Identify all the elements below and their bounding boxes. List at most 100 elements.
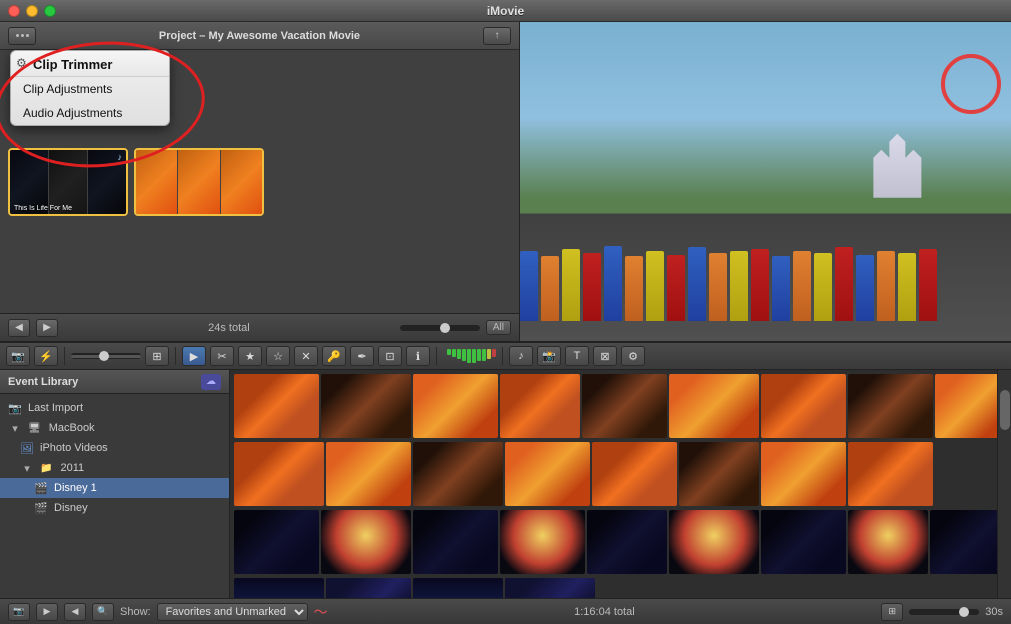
status-play-button[interactable]: ▶ — [36, 603, 58, 621]
timeline-clip-2[interactable] — [134, 148, 264, 216]
info-tool-button[interactable]: ℹ — [406, 346, 430, 366]
transition-tool-button[interactable]: ⊠ — [593, 346, 617, 366]
status-export-button[interactable]: ⊞ — [881, 603, 903, 621]
keyword-tool-button[interactable]: 🔑 — [322, 346, 346, 366]
right-scrollbar[interactable] — [997, 370, 1011, 598]
icloud-button[interactable]: ☁ — [201, 374, 221, 390]
zoom-slider[interactable] — [909, 609, 979, 615]
music-icon: ♪ — [118, 152, 123, 162]
status-rewind-button[interactable]: ◀ — [64, 603, 86, 621]
event-clip[interactable] — [848, 510, 928, 574]
maximize-button[interactable] — [44, 5, 56, 17]
lib-item-icon-2: 🖥 — [28, 423, 41, 434]
total-duration: 1:16:04 total — [334, 606, 876, 618]
play-button[interactable]: ▶ — [36, 319, 58, 337]
show-select[interactable]: Favorites and Unmarked — [157, 603, 308, 621]
event-clip[interactable] — [935, 374, 997, 438]
event-clip[interactable] — [326, 442, 411, 506]
event-clip[interactable] — [321, 374, 411, 438]
crop-tool-button[interactable]: ⊡ — [378, 346, 402, 366]
title-tool-button[interactable]: T — [565, 346, 589, 366]
lib-item-last-import[interactable]: 📷 Last Import — [0, 398, 229, 418]
project-controls: ◀ ▶ 24s total All — [0, 313, 519, 341]
clip-size-slider[interactable] — [71, 353, 141, 359]
lib-item-label: 2011 — [60, 462, 84, 474]
context-menu-title: Clip Trimmer — [11, 51, 169, 77]
music-icon: ♪ — [518, 350, 524, 362]
share-button[interactable]: ↑ — [483, 27, 511, 45]
unfavorite-tool-button[interactable]: ☆ — [266, 346, 290, 366]
event-clip[interactable] — [930, 510, 997, 574]
lib-item-label: Disney 1 — [54, 482, 97, 494]
event-clip[interactable] — [234, 374, 319, 438]
event-clip[interactable] — [413, 510, 498, 574]
favorite-tool-button[interactable]: ★ — [238, 346, 262, 366]
scroll-thumb[interactable] — [1000, 390, 1010, 430]
rewind-status-icon: ◀ — [72, 606, 79, 617]
lib-item-iphoto[interactable]: 🖼 iPhoto Videos — [0, 438, 229, 458]
toolbar-separator-2 — [175, 347, 176, 365]
audio-adjustments-menu-item[interactable]: Audio Adjustments — [11, 101, 169, 125]
event-clip[interactable] — [848, 374, 933, 438]
event-clip[interactable] — [848, 442, 933, 506]
music-tool-button[interactable]: ♪ — [509, 346, 533, 366]
event-clip[interactable] — [505, 442, 590, 506]
more-dots-icon — [16, 34, 29, 37]
zoom-slider-thumb — [959, 607, 969, 617]
video-background — [520, 22, 1011, 341]
lib-item-disney1[interactable]: 🎬 Disney 1 — [0, 478, 229, 498]
event-clip[interactable] — [669, 374, 759, 438]
event-clip[interactable] — [761, 510, 846, 574]
clip-adjustments-menu-item[interactable]: Clip Adjustments — [11, 77, 169, 101]
event-clip[interactable] — [500, 510, 585, 574]
status-zoom-button[interactable]: 🔍 — [92, 603, 114, 621]
event-clip[interactable] — [413, 374, 498, 438]
event-clip[interactable] — [761, 374, 846, 438]
event-library: Event Library ☁ 📷 Last Import ▾ 🖥 MacBoo… — [0, 370, 230, 598]
close-button[interactable] — [8, 5, 20, 17]
status-bar: 📷 ▶ ◀ 🔍 Show: Favorites and Unmarked 〜 1… — [0, 598, 1011, 624]
event-clip[interactable] — [592, 442, 677, 506]
event-clip[interactable] — [326, 578, 411, 598]
event-clip[interactable] — [669, 510, 759, 574]
info-icon: ℹ — [416, 350, 420, 363]
event-icon-2: 🎬 — [34, 502, 48, 515]
lib-item-2011[interactable]: ▾ 📁 2011 — [0, 458, 229, 478]
wand-icon: ✒ — [357, 350, 366, 363]
fit-button[interactable]: ⊞ — [145, 346, 169, 366]
select-tool-button[interactable]: ▶ — [182, 346, 206, 366]
crop-icon: ⊡ — [385, 350, 394, 363]
enhance-tool-button[interactable]: ✒ — [350, 346, 374, 366]
event-clip[interactable] — [500, 374, 580, 438]
event-clip[interactable] — [761, 442, 846, 506]
event-clip[interactable] — [587, 510, 667, 574]
project-more-button[interactable] — [8, 27, 36, 45]
select-icon: ▶ — [190, 350, 198, 363]
camera-tool-button[interactable]: 📷 — [6, 346, 30, 366]
event-clip[interactable] — [234, 578, 324, 598]
event-clip[interactable] — [582, 374, 667, 438]
camera-icon: 📷 — [11, 350, 25, 363]
fit-icon: ⊞ — [152, 350, 161, 363]
meter-bar-8 — [482, 349, 486, 361]
action-tool-button[interactable]: ⚡ — [34, 346, 58, 366]
event-clip[interactable] — [505, 578, 595, 598]
rewind-button[interactable]: ◀ — [8, 319, 30, 337]
all-button[interactable]: All — [486, 320, 511, 335]
minimize-button[interactable] — [26, 5, 38, 17]
lib-item-disney[interactable]: 🎬 Disney — [0, 498, 229, 518]
theme-tool-button[interactable]: ⚙ — [621, 346, 645, 366]
event-clip[interactable] — [413, 578, 503, 598]
lib-item-macbook[interactable]: ▾ 🖥 MacBook — [0, 418, 229, 438]
event-clip[interactable] — [234, 442, 324, 506]
event-clip[interactable] — [321, 510, 411, 574]
event-clip[interactable] — [234, 510, 319, 574]
timeline-clip-1[interactable]: This Is Life For Me ♪ — [8, 148, 128, 216]
event-clip[interactable] — [413, 442, 503, 506]
photo-tool-button[interactable]: 📸 — [537, 346, 561, 366]
reject-tool-button[interactable]: ✕ — [294, 346, 318, 366]
event-clip[interactable] — [679, 442, 759, 506]
playhead-slider[interactable] — [400, 325, 480, 331]
status-camera-button[interactable]: 📷 — [8, 603, 30, 621]
trim-tool-button[interactable]: ✂ — [210, 346, 234, 366]
